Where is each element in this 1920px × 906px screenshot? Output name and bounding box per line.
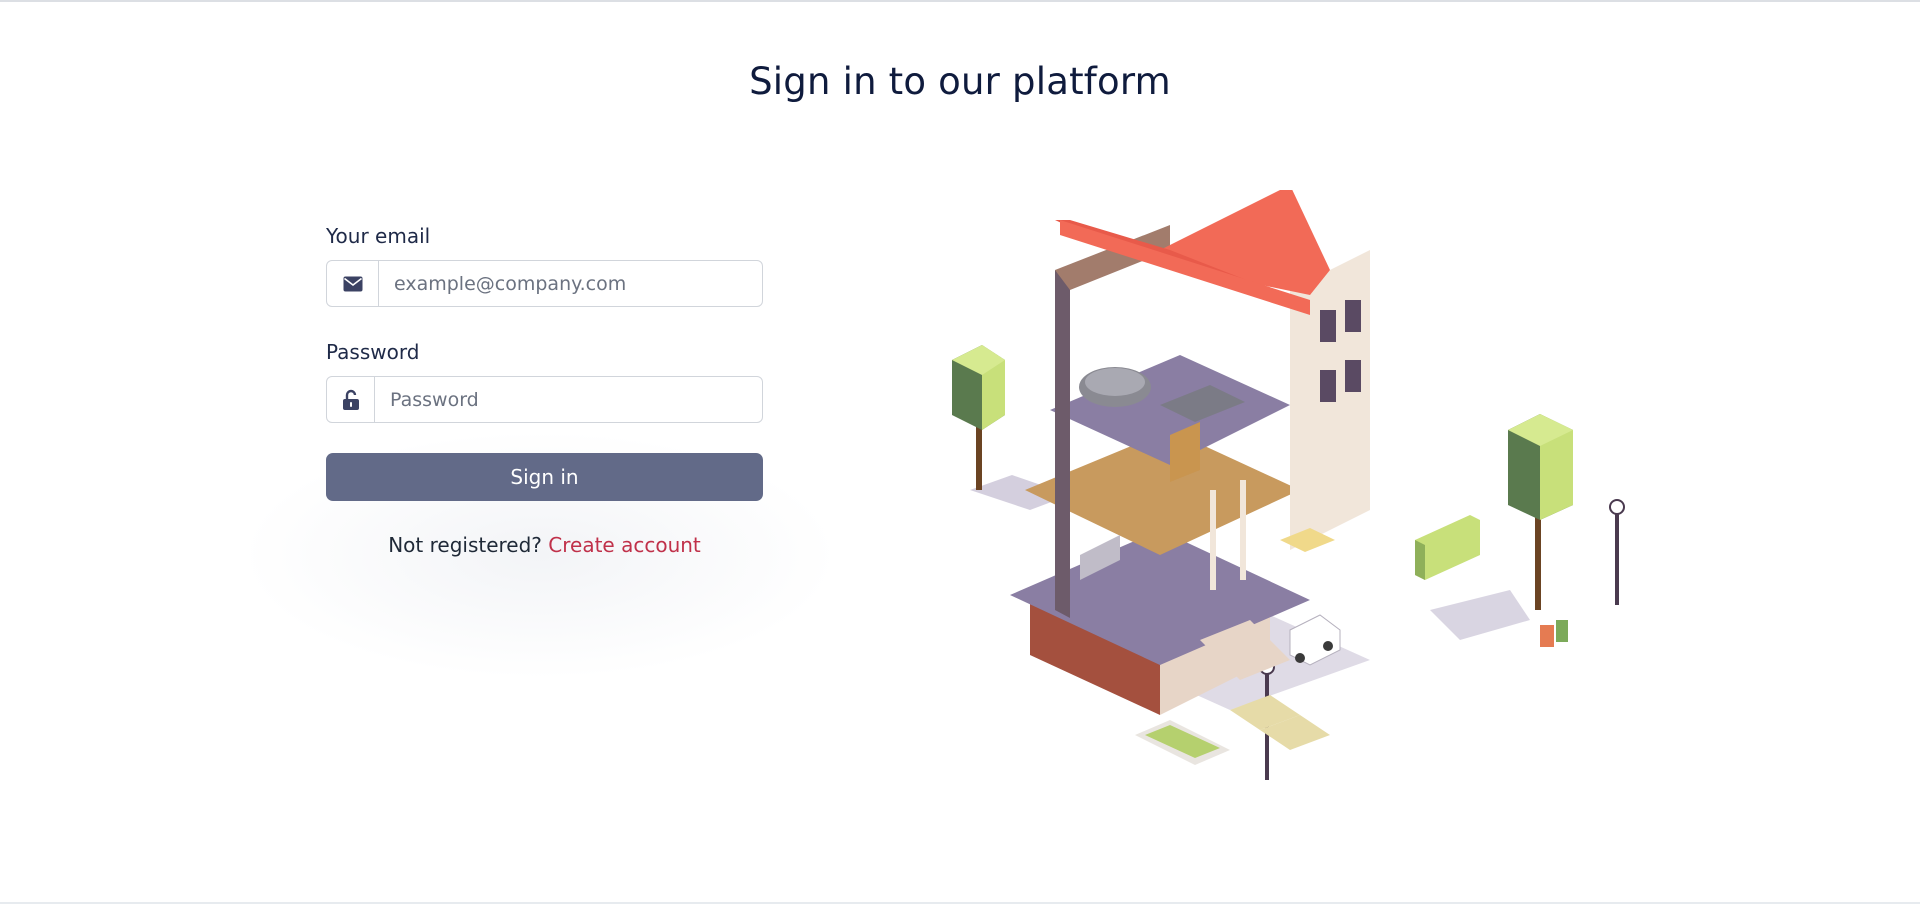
password-input-group xyxy=(326,376,763,423)
register-prompt: Not registered? Create account xyxy=(326,533,763,557)
bottom-border xyxy=(0,902,1920,904)
envelope-icon xyxy=(327,261,379,306)
create-account-link[interactable]: Create account xyxy=(548,533,701,557)
unlock-icon xyxy=(327,377,375,422)
top-border xyxy=(0,0,1920,2)
email-field[interactable] xyxy=(379,261,762,306)
left-tree xyxy=(952,345,1005,490)
email-label: Your email xyxy=(326,224,431,248)
register-text: Not registered? xyxy=(388,533,542,557)
house-illustration xyxy=(952,190,1625,780)
signin-form: Your email Password Sign in Not register… xyxy=(326,224,763,557)
password-label: Password xyxy=(326,340,420,364)
sign-in-button[interactable]: Sign in xyxy=(326,453,763,501)
password-field[interactable] xyxy=(375,377,762,422)
email-input-group xyxy=(326,260,763,307)
page-title: Sign in to our platform xyxy=(749,60,1171,103)
right-tree xyxy=(1508,414,1573,610)
